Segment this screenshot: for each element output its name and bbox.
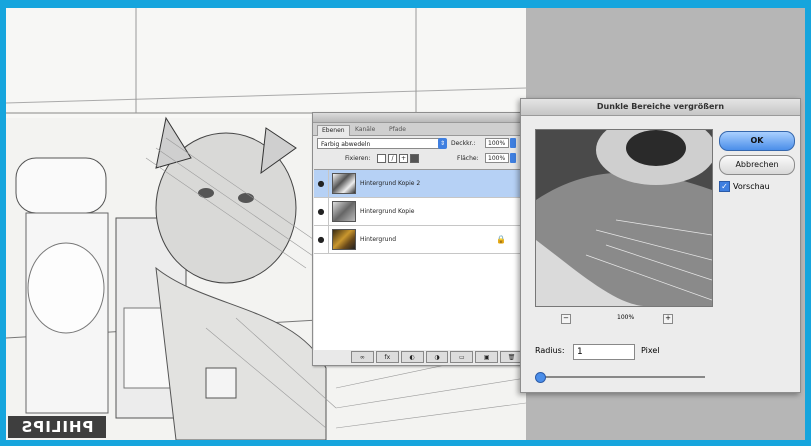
lock-icon: 🔒 bbox=[496, 235, 506, 244]
adjustment-layer-icon[interactable]: ◑ bbox=[425, 351, 449, 363]
fill-label: Fläche: bbox=[457, 155, 479, 162]
unit-label: Pixel bbox=[641, 346, 660, 355]
layer-thumbnail bbox=[332, 201, 356, 222]
zoom-value: 100% bbox=[617, 314, 635, 321]
radius-row: Radius: 1 Pixel bbox=[535, 343, 795, 363]
blend-row: Farbig abwedeln ⇕ Deckkr.: 100% bbox=[317, 137, 523, 151]
layer-name: Hintergrund bbox=[360, 236, 397, 243]
layers-panel-titlebar[interactable] bbox=[313, 113, 527, 123]
layer-name: Hintergrund Kopie 2 bbox=[360, 180, 421, 187]
radius-slider[interactable] bbox=[535, 372, 705, 383]
layers-panel: Ebenen Kanäle Pfade Farbig abwedeln ⇕ De… bbox=[312, 112, 528, 366]
lock-transparent-icon[interactable] bbox=[377, 154, 386, 163]
zoom-in-button[interactable]: + bbox=[663, 314, 673, 324]
radius-label: Radius: bbox=[535, 346, 565, 355]
layer-list: ● Hintergrund Kopie 2 ● Hintergrund Kopi… bbox=[314, 169, 526, 350]
philips-label: PHILIPS bbox=[8, 416, 106, 438]
filter-preview[interactable] bbox=[535, 129, 713, 307]
tab-paths[interactable]: Pfade bbox=[385, 125, 410, 135]
layers-bottom-toolbar: ∞ fx ◐ ◑ ▭ ▣ 🗑 bbox=[351, 351, 524, 363]
lock-row: Fixieren: / + Fläche: 100% bbox=[317, 153, 523, 167]
layers-panel-tabs: Ebenen Kanäle Pfade bbox=[313, 123, 527, 136]
tab-layers[interactable]: Ebenen bbox=[317, 125, 350, 136]
new-layer-icon[interactable]: ▣ bbox=[475, 351, 499, 363]
layer-thumbnail bbox=[332, 173, 356, 194]
blend-mode-select[interactable]: Farbig abwedeln bbox=[317, 138, 442, 149]
eye-icon[interactable]: ● bbox=[314, 170, 329, 197]
eye-icon[interactable]: ● bbox=[314, 226, 329, 253]
preview-label: Vorschau bbox=[733, 182, 770, 191]
tab-channels[interactable]: Kanäle bbox=[351, 125, 379, 135]
layer-mask-icon[interactable]: ◐ bbox=[400, 351, 424, 363]
layer-row[interactable]: ● Hintergrund 🔒 bbox=[314, 226, 526, 254]
fill-input[interactable]: 100% bbox=[485, 153, 509, 163]
zoom-out-button[interactable]: − bbox=[561, 314, 571, 324]
lock-brush-icon[interactable]: / bbox=[388, 154, 397, 163]
slider-thumb[interactable] bbox=[535, 372, 546, 383]
preview-image bbox=[536, 130, 712, 306]
zoom-controls: − 100% + bbox=[535, 313, 711, 325]
layer-row[interactable]: ● Hintergrund Kopie bbox=[314, 198, 526, 226]
dialog-title: Dunkle Bereiche vergrößern bbox=[521, 99, 800, 116]
ok-button[interactable]: OK bbox=[719, 131, 795, 151]
checkmark-icon: ✓ bbox=[719, 181, 730, 192]
link-layers-icon[interactable]: ∞ bbox=[351, 351, 374, 363]
group-folder-icon[interactable]: ▭ bbox=[450, 351, 474, 363]
opacity-label: Deckkr.: bbox=[451, 140, 476, 147]
layer-name: Hintergrund Kopie bbox=[360, 208, 415, 215]
radius-input[interactable]: 1 bbox=[573, 344, 635, 360]
lock-move-icon[interactable]: + bbox=[399, 154, 408, 163]
layer-thumbnail bbox=[332, 229, 356, 250]
lock-all-icon[interactable] bbox=[410, 154, 419, 163]
filter-dialog: Dunkle Bereiche vergrößern − 100% + OK A… bbox=[520, 98, 801, 393]
opacity-arrow-icon[interactable] bbox=[510, 138, 516, 148]
eye-icon[interactable]: ● bbox=[314, 198, 329, 225]
lock-label: Fixieren: bbox=[345, 155, 371, 162]
opacity-input[interactable]: 100% bbox=[485, 138, 509, 148]
layer-style-icon[interactable]: fx bbox=[375, 351, 399, 363]
fill-arrow-icon[interactable] bbox=[510, 153, 516, 163]
cancel-button[interactable]: Abbrechen bbox=[719, 155, 795, 175]
layer-row[interactable]: ● Hintergrund Kopie 2 bbox=[314, 170, 526, 198]
blend-mode-arrow-icon[interactable]: ⇕ bbox=[438, 138, 447, 149]
preview-checkbox[interactable]: ✓ Vorschau bbox=[719, 181, 770, 192]
slider-track[interactable] bbox=[539, 376, 705, 378]
